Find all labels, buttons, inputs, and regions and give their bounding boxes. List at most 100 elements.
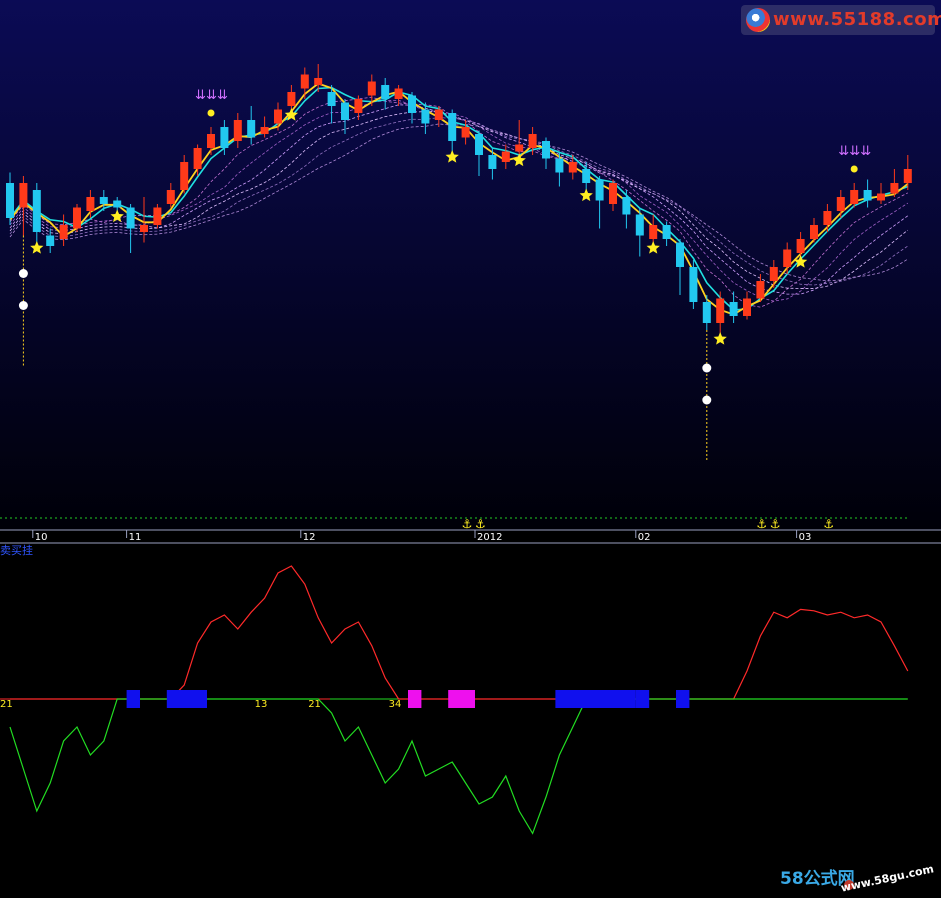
candle-body <box>501 151 510 162</box>
candle-body <box>166 190 175 204</box>
candle-body <box>890 183 899 194</box>
candle-body <box>274 109 282 124</box>
candle-body <box>689 267 698 302</box>
indicator-block <box>676 690 690 708</box>
candle-body <box>528 134 537 148</box>
candle-body <box>233 120 242 141</box>
candle-body <box>461 127 470 138</box>
watermark-bottom: 58公式网 www.58gu.com <box>778 862 938 894</box>
candle-body <box>635 214 644 236</box>
anchor-icon: ⚓ <box>756 517 767 531</box>
candle-body <box>381 85 390 99</box>
candle-body <box>300 74 309 89</box>
candle-body <box>86 197 95 211</box>
candle-body <box>903 169 912 183</box>
time-tick-label: 03 <box>799 532 812 543</box>
logo-icon <box>746 8 770 32</box>
candle-body <box>408 95 416 113</box>
bottom-dot-icon <box>702 363 712 373</box>
indicator-block <box>166 690 207 708</box>
candle-body <box>810 225 818 239</box>
time-tick-label: 10 <box>35 532 48 543</box>
candle-body <box>46 235 55 246</box>
candle-body <box>207 134 215 148</box>
candle-body <box>877 193 885 201</box>
indicator-title: 卖买挂 <box>0 543 33 557</box>
candle-body <box>475 134 483 155</box>
time-tick-label: 11 <box>129 532 142 543</box>
candle-body <box>582 169 591 183</box>
candle-body <box>220 127 229 148</box>
candle-body <box>609 183 617 204</box>
candle-body <box>622 197 631 215</box>
baseline-label: 34 <box>389 699 402 710</box>
watermark-top: www.55188.com <box>741 5 941 35</box>
candle-body <box>367 81 376 96</box>
time-tick-label: 12 <box>303 532 316 543</box>
candle-body <box>59 225 68 239</box>
anchor-icon: ⚓ <box>475 517 486 531</box>
bottom-dot-icon <box>18 269 28 278</box>
anchor-icon: ⚓ <box>462 517 473 531</box>
candle-body <box>180 162 189 190</box>
candle-body <box>341 102 349 120</box>
time-tick-label: 2012 <box>477 532 502 543</box>
candle-body <box>729 302 738 316</box>
baseline-label: 21 <box>0 699 13 710</box>
candle-body <box>394 88 403 99</box>
indicator-block <box>126 690 140 708</box>
candle-body <box>287 92 296 106</box>
candle-body <box>568 162 577 173</box>
candle-body <box>19 183 28 208</box>
watermark-top-text: www.55188.com <box>773 9 941 30</box>
sell-dot-icon <box>207 109 215 117</box>
candle-body <box>73 207 81 229</box>
candle-body <box>716 298 725 323</box>
candle-body <box>796 239 805 253</box>
candle-body <box>421 109 430 124</box>
anchor-icon: ⚓ <box>770 517 781 531</box>
candle-body <box>769 267 778 281</box>
baseline-label: 13 <box>255 699 268 710</box>
indicator-block <box>408 690 422 708</box>
candle-body <box>327 92 336 106</box>
time-tick-label: 02 <box>638 532 651 543</box>
candle-body <box>515 144 524 152</box>
candle-body <box>863 190 872 201</box>
candle-body <box>434 109 443 120</box>
indicator-block <box>555 690 636 708</box>
candle-body <box>140 225 148 232</box>
candle-body <box>99 197 108 204</box>
sell-dot-icon <box>850 165 858 173</box>
candle-body <box>247 120 256 138</box>
sell-arrow-icon: ⇊ <box>206 88 217 103</box>
candle-body <box>6 183 14 218</box>
candle-body <box>702 302 711 323</box>
chart-root: ⇊ ⇊ ⇊ ⇊ ⇊ ⇊ 10 11 12 2012 02 03 ⚓ ⚓ ⚓ ⚓ ⚓ 21 13 21 34 卖买挂 … <box>0 0 941 895</box>
sell-arrow-icon: ⇊ <box>195 88 206 103</box>
candle-body <box>488 155 497 169</box>
candle-body <box>756 281 765 299</box>
candle-body <box>153 207 162 225</box>
candle-body <box>314 78 323 85</box>
indicator-block <box>635 690 650 708</box>
candle-body <box>32 190 41 232</box>
candle-body <box>113 200 122 208</box>
indicator-panel-bg <box>0 543 941 894</box>
stock-chart: ⇊ ⇊ ⇊⇊ ⇊ ⇊ 10 11 12 2012 02 03⚓ ⚓ ⚓ ⚓ ⚓ 21 13 21 34 卖买挂 <box>0 0 941 894</box>
sell-arrow-icon: ⇊ <box>217 88 228 103</box>
candle-body <box>555 158 564 173</box>
candle-body <box>354 99 363 113</box>
candle-body <box>649 225 658 239</box>
candle-body <box>193 148 202 169</box>
anchor-icon: ⚓ <box>823 517 834 531</box>
candle-body <box>260 127 269 134</box>
candle-body <box>823 211 832 225</box>
candle-body <box>126 207 135 229</box>
indicator-block <box>448 690 475 708</box>
candle-body <box>676 242 684 267</box>
candle-body <box>542 141 550 159</box>
bottom-dot-icon <box>702 395 712 405</box>
candle-body <box>783 249 792 267</box>
bottom-dot-icon <box>18 301 28 310</box>
